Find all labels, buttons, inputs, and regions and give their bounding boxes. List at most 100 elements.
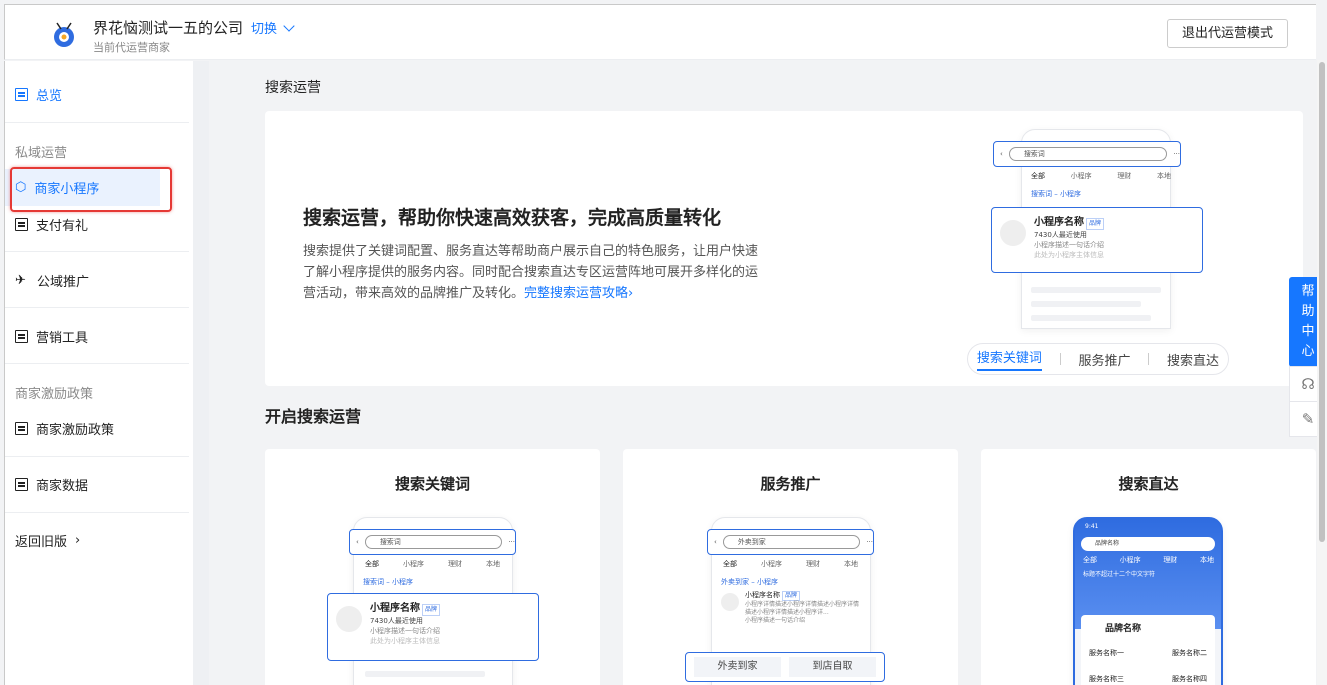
mock-search-box: 品牌名称	[1081, 537, 1215, 551]
mock-tab: 小程序	[1070, 172, 1092, 180]
mock-brand-name: 品牌名称	[1105, 624, 1142, 634]
avatar	[721, 593, 739, 611]
document-icon	[15, 218, 28, 231]
sidebar-item-marketing-tools[interactable]: 营销工具	[15, 327, 88, 346]
mock-mp-name: 小程序名称	[370, 603, 420, 614]
chevron-right-icon: ›	[75, 533, 81, 548]
mock-tab: 全部	[1031, 172, 1045, 180]
mock-btn-pickup: 到店自取	[789, 657, 876, 677]
chevron-right-icon[interactable]: ›	[628, 286, 633, 301]
switch-label[interactable]: 切换	[251, 22, 277, 37]
tab-search-keyword[interactable]: 搜索关键词	[976, 347, 1042, 371]
back-old-version-link[interactable]: 返回旧版 ›	[15, 531, 80, 550]
mock-result-card: 小程序名称 品牌 7430人最近使用 小程序描述一句话介绍 此处为小程序主体信息	[327, 593, 539, 661]
merchant-subtitle: 当前代运营商家	[93, 41, 170, 54]
mock-search-bar: ‹ 搜索词 ···	[349, 529, 516, 555]
sidebar-item-merchant-data[interactable]: 商家数据	[15, 475, 88, 494]
mock-intro: 小程序描述一句话介绍	[1034, 241, 1104, 249]
hero-title: 搜索运营，帮助你快速高效获客，完成高质量转化	[303, 207, 722, 229]
mock-result-card: 小程序名称 品牌 7430人最近使用 小程序描述一句话介绍 此处为小程序主体信息	[991, 207, 1203, 273]
help-center-label[interactable]: 帮助中心	[1301, 282, 1315, 362]
brand-tag: 品牌	[782, 591, 801, 601]
sidebar-item-label: 公域推广	[37, 275, 90, 290]
sidebar-item-public-promo[interactable]: ✈ 公域推广	[15, 271, 89, 290]
sidebar-item-incentive-policy[interactable]: 商家激励政策	[15, 419, 114, 438]
hero-tab-switcher: 搜索关键词 服务推广 搜索直达	[967, 343, 1229, 375]
card-search-keyword[interactable]: 搜索关键词 ‹ 搜索词 ··· 全部 小程序 理财 本地 搜索词 – 小程序 小…	[265, 449, 600, 685]
mock-service-name: 服务名称一	[1089, 649, 1124, 657]
tab-service-promo[interactable]: 服务推广	[1078, 350, 1130, 369]
hero-phone-mockup: ‹ 搜索词 ··· 全部 小程序 理财 本地 搜索词 – 小程序 小程序名称 品牌…	[991, 129, 1211, 329]
back-icon: ‹	[714, 538, 717, 546]
sidebar: 总览 私域运营 ⬡ 商家小程序 支付有礼 ✈ 公域推广 营销工具 商家激励政策 …	[4, 61, 209, 685]
mock-tab: 全部	[723, 560, 737, 568]
card-service-promo[interactable]: 服务推广 ‹ 外卖到家 ··· 全部 小程序 理财 本地 外卖到家 – 小程序 …	[623, 449, 958, 685]
mock-service-buttons: 外卖到家 到店自取	[685, 652, 885, 682]
mock-search-bar: ‹ 搜索词 ···	[993, 141, 1181, 167]
mock-keyword-line: 搜索词 – 小程序	[363, 578, 413, 586]
back-icon: ‹	[1000, 150, 1003, 158]
hero-card: 搜索运营，帮助你快速高效获客，完成高质量转化 搜索提供了关键词配置、服务直达等帮…	[265, 111, 1303, 386]
mock-service-name: 服务名称二	[1172, 649, 1207, 657]
group-incentive: 商家激励政策	[15, 387, 94, 402]
document-icon	[15, 330, 28, 343]
avatar	[336, 606, 362, 632]
mock-tab: 小程序	[761, 560, 782, 568]
mock-banner: 标题不超过十二个中文字符	[1083, 569, 1213, 609]
sidebar-item-label: 支付有礼	[36, 219, 89, 234]
mock-service-item: 小程序名称 品牌 小程序详情描述小程序详情描述小程序详情描述小程序详情描述小程序详…	[721, 591, 861, 625]
company-name: 界花恼测试一五的公司	[93, 19, 244, 37]
placeholder-line	[1031, 287, 1161, 293]
back-icon: ‹	[356, 538, 359, 546]
mock-service-name: 服务名称四	[1172, 675, 1207, 683]
divider	[5, 122, 189, 123]
section-title: 开启搜索运营	[265, 407, 362, 426]
tab-separator	[1059, 353, 1061, 365]
mock-tabs: 全部 小程序 理财 本地	[1031, 171, 1171, 181]
sidebar-item-overview[interactable]: 总览	[15, 85, 62, 104]
exit-operation-button[interactable]: 退出代运营模式	[1166, 19, 1288, 48]
top-bar: 界花恼测试一五的公司 切换 当前代运营商家 退出代运营模式	[4, 4, 1316, 60]
placeholder-line	[1031, 301, 1141, 307]
mock-search-box: 搜索词	[364, 535, 503, 549]
hero-description: 搜索提供了关键词配置、服务直达等帮助商户展示自己的特色服务，让用户快速了解小程序…	[303, 241, 763, 304]
mock-mp-name: 小程序名称	[1034, 217, 1084, 228]
mock-entity: 此处为小程序主体信息	[370, 637, 440, 645]
company-logo-icon	[54, 22, 74, 47]
mock-search-box: 外卖到家	[722, 535, 861, 549]
chevron-down-icon[interactable]	[283, 20, 295, 32]
page-scrollbar[interactable]	[1317, 60, 1327, 685]
sidebar-item-pay-gift[interactable]: 支付有礼	[15, 215, 88, 234]
main-content: 搜索运营 搜索运营，帮助你快速高效获客，完成高质量转化 搜索提供了关键词配置、服…	[208, 61, 1316, 685]
document-icon	[15, 478, 28, 491]
tab-search-direct[interactable]: 搜索直达	[1167, 350, 1219, 369]
card-search-direct[interactable]: 搜索直达 9:41 品牌名称 全部 小程序 理财 本地 标题不超过十二个中文字符…	[981, 449, 1316, 685]
highlight-box	[10, 167, 172, 212]
mock-tab: 本地	[1199, 556, 1214, 564]
mock-intro: 小程序描述一句话介绍	[745, 617, 806, 624]
mock-entity: 此处为小程序主体信息	[1034, 251, 1104, 259]
mock-tabs: 全部 小程序 理财 本地	[1083, 555, 1214, 565]
sidebar-item-label: 返回旧版	[15, 535, 68, 550]
more-icon: ···	[508, 538, 515, 546]
scrollbar-thumb[interactable]	[1319, 62, 1325, 542]
sidebar-secondary-strip	[193, 61, 209, 685]
document-icon	[15, 422, 28, 435]
more-icon: ···	[866, 538, 873, 546]
mock-tab: 本地	[844, 560, 858, 568]
switch-link[interactable]: 切换	[251, 18, 295, 37]
mock-tab: 理财	[806, 560, 820, 568]
divider	[5, 251, 189, 252]
divider	[5, 307, 189, 308]
mock-tab: 小程序	[403, 560, 424, 568]
avatar	[1000, 220, 1026, 246]
paper-plane-icon: ✈	[15, 272, 26, 288]
mock-keyword-line: 搜索词 – 小程序	[1031, 190, 1081, 198]
strategy-link[interactable]: 完整搜索运营攻略	[524, 286, 628, 301]
card-title: 搜索关键词	[394, 475, 470, 493]
sidebar-item-label: 商家激励政策	[36, 423, 115, 438]
group-private-ops: 私域运营	[15, 146, 68, 161]
mock-tab: 理财	[1117, 172, 1132, 180]
more-icon: ···	[1173, 150, 1180, 158]
mock-tab: 本地	[486, 560, 500, 568]
